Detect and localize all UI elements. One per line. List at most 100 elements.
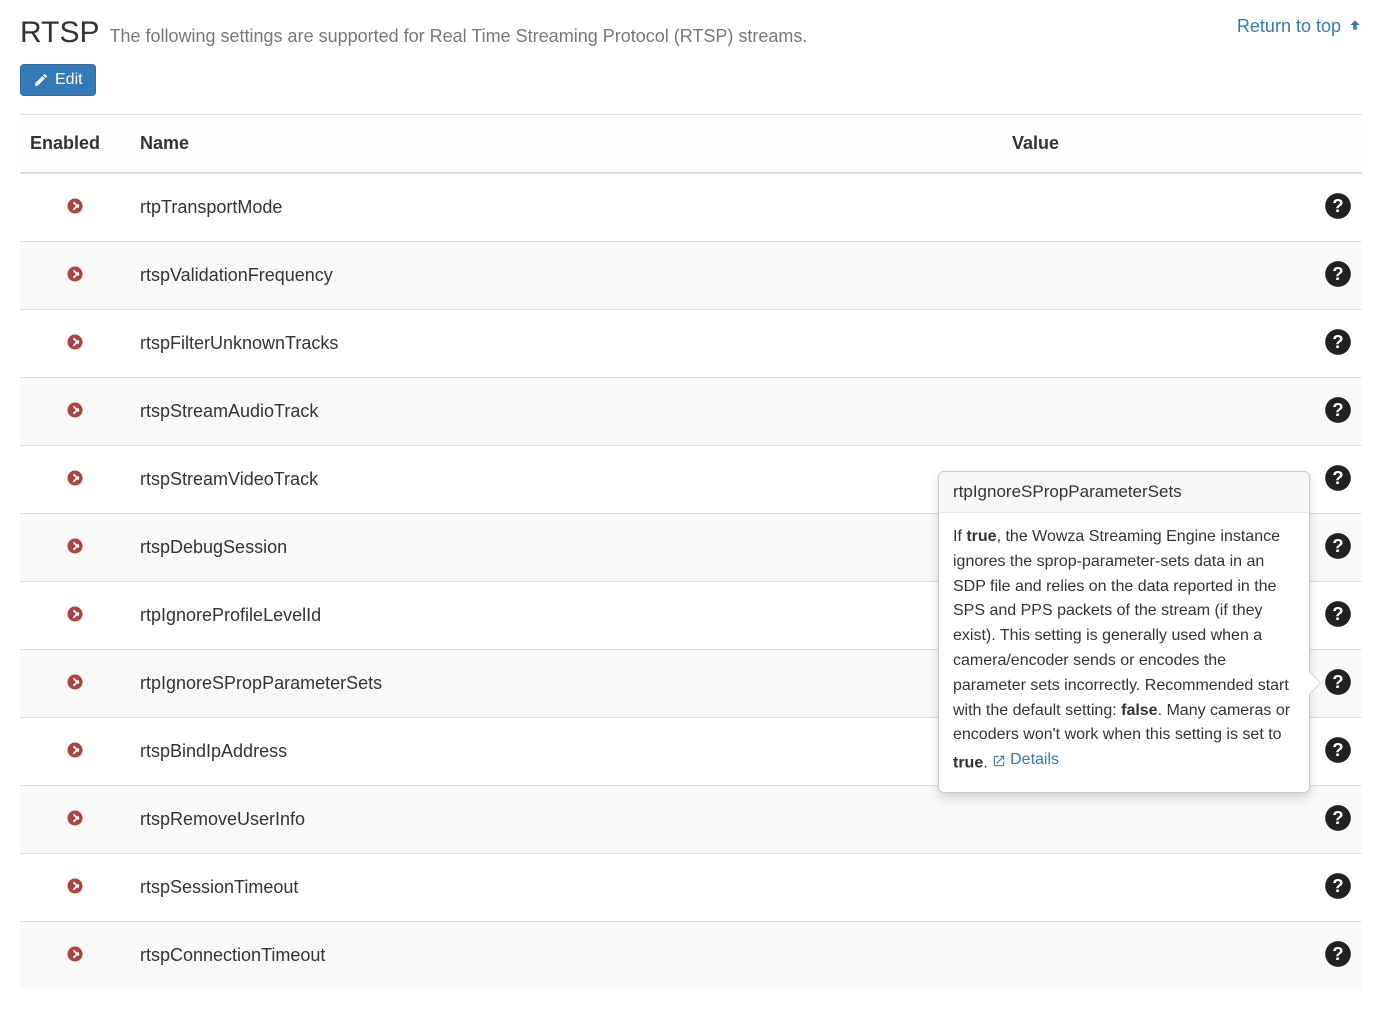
setting-name: rtspValidationFrequency [140,265,333,285]
help-icon[interactable]: ? [1324,192,1352,220]
column-header-enabled: Enabled [20,115,130,174]
value-cell [1002,310,1282,378]
setting-name: rtspFilterUnknownTracks [140,333,338,353]
setting-name: rtspStreamAudioTrack [140,401,318,421]
popover-content: If true, the Wowza Streaming Engine inst… [939,513,1309,792]
disabled-icon [66,945,84,963]
help-icon[interactable]: ? [1324,600,1352,628]
help-icon[interactable]: ? [1324,532,1352,560]
help-cell: ? [1282,854,1362,922]
disabled-icon [66,605,84,623]
name-cell: rtspConnectionTimeout [130,922,1002,990]
value-cell [1002,378,1282,446]
enabled-cell [20,854,130,922]
setting-name: rtspSessionTimeout [140,877,298,897]
name-cell: rtspBindIpAddress [130,718,1002,786]
setting-name: rtspStreamVideoTrack [140,469,318,489]
enabled-cell [20,650,130,718]
disabled-icon [66,877,84,895]
name-cell: rtpIgnoreSPropParameterSets [130,650,1002,718]
arrow-up-icon [1348,18,1362,32]
section-title: RTSP [20,16,99,50]
svg-text:?: ? [1332,263,1343,284]
enabled-cell [20,173,130,242]
svg-text:?: ? [1332,603,1343,624]
popover-title: rtpIgnoreSPropParameterSets [939,472,1309,513]
help-cell: ? [1282,310,1362,378]
help-icon[interactable]: ? [1324,328,1352,356]
column-header-name: Name [130,115,1002,174]
setting-name: rtpIgnoreSPropParameterSets [140,673,382,693]
table-row: rtspRemoveUserInfo? [20,786,1362,854]
disabled-icon [66,333,84,351]
return-to-top-link[interactable]: Return to top [1237,16,1362,37]
name-cell: rtspStreamVideoTrack [130,446,1002,514]
edit-button-label: Edit [55,71,83,89]
name-cell: rtpIgnoreProfileLevelId [130,582,1002,650]
name-cell: rtpTransportMode [130,173,1002,242]
disabled-icon [66,401,84,419]
help-cell: ? [1282,786,1362,854]
svg-text:?: ? [1332,467,1343,488]
value-cell [1002,242,1282,310]
svg-text:?: ? [1332,331,1343,352]
enabled-cell [20,718,130,786]
help-icon[interactable]: ? [1324,396,1352,424]
svg-text:?: ? [1332,535,1343,556]
svg-text:?: ? [1332,943,1343,964]
value-cell [1002,854,1282,922]
name-cell: rtspStreamAudioTrack [130,378,1002,446]
help-cell: ? [1282,922,1362,990]
help-icon[interactable]: ? [1324,804,1352,832]
help-icon[interactable]: ? [1324,736,1352,764]
svg-text:?: ? [1332,807,1343,828]
disabled-icon [66,741,84,759]
edit-button[interactable]: Edit [20,64,96,96]
table-row: rtspSessionTimeout? [20,854,1362,922]
name-cell: rtspDebugSession [130,514,1002,582]
help-icon[interactable]: ? [1324,260,1352,288]
table-row: rtspFilterUnknownTracks? [20,310,1362,378]
popover-details-label: Details [1010,748,1059,773]
column-header-value: Value [1002,115,1282,174]
section-subtitle: The following settings are supported for… [109,26,807,47]
table-row: rtspConnectionTimeout? [20,922,1362,990]
name-cell: rtspSessionTimeout [130,854,1002,922]
return-to-top-label: Return to top [1237,16,1341,36]
help-icon[interactable]: ? [1324,872,1352,900]
setting-name: rtspBindIpAddress [140,741,287,761]
setting-name: rtpTransportMode [140,197,282,217]
help-popover: rtpIgnoreSPropParameterSets If true, the… [938,471,1310,793]
disabled-icon [66,265,84,283]
disabled-icon [66,197,84,215]
setting-name: rtspRemoveUserInfo [140,809,305,829]
enabled-cell [20,786,130,854]
svg-text:?: ? [1332,875,1343,896]
help-icon[interactable]: ? [1324,940,1352,968]
help-cell: ? [1282,173,1362,242]
value-cell [1002,786,1282,854]
name-cell: rtspFilterUnknownTracks [130,310,1002,378]
enabled-cell [20,582,130,650]
help-icon[interactable]: ? [1324,668,1352,696]
popover-details-link[interactable]: Details [992,748,1059,773]
disabled-icon [66,537,84,555]
name-cell: rtspValidationFrequency [130,242,1002,310]
disabled-icon [66,809,84,827]
svg-text:?: ? [1332,195,1343,216]
setting-name: rtspConnectionTimeout [140,945,325,965]
table-row: rtpTransportMode? [20,173,1362,242]
disabled-icon [66,469,84,487]
help-cell: ? [1282,378,1362,446]
help-icon[interactable]: ? [1324,464,1352,492]
enabled-cell [20,514,130,582]
enabled-cell [20,242,130,310]
svg-text:?: ? [1332,671,1343,692]
setting-name: rtspDebugSession [140,537,287,557]
table-row: rtspStreamAudioTrack? [20,378,1362,446]
enabled-cell [20,378,130,446]
enabled-cell [20,922,130,990]
column-header-help [1282,115,1362,174]
name-cell: rtspRemoveUserInfo [130,786,1002,854]
popover-arrow-icon [1309,672,1320,694]
